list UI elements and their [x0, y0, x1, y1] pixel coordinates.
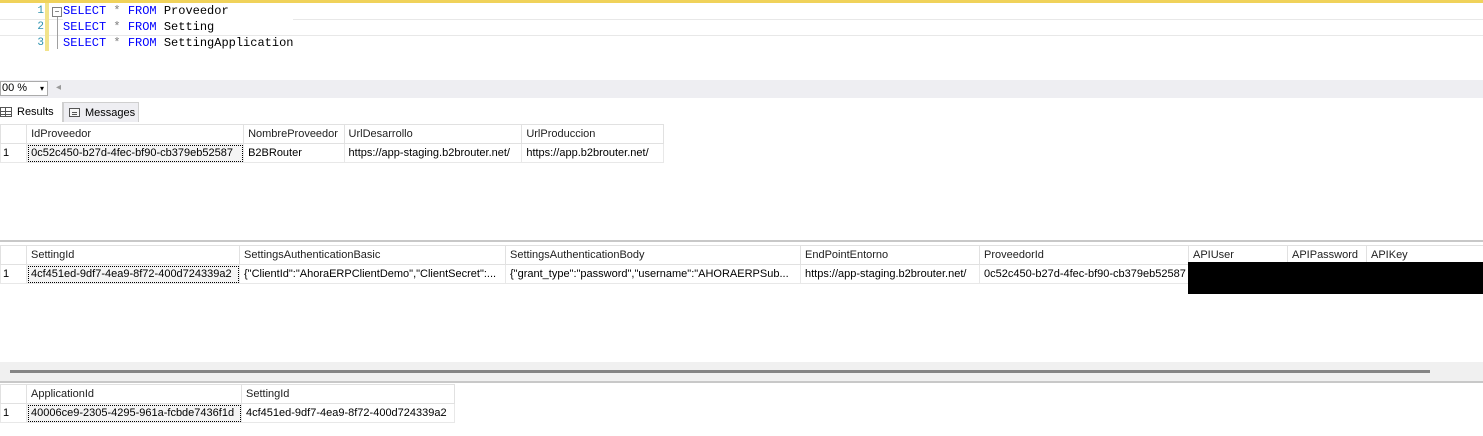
result-tabs: Results Messages [0, 101, 1483, 123]
row-number-header[interactable] [0, 124, 28, 144]
column-header[interactable]: EndPointEntorno [800, 245, 980, 265]
operator-star: * [113, 20, 121, 34]
scrollbar-thumb[interactable] [10, 370, 1430, 373]
grid-cell[interactable]: https://app-staging.b2brouter.net/ [343, 143, 523, 163]
column-header[interactable]: SettingsAuthenticationBasic [239, 245, 506, 265]
row-number[interactable]: 1 [0, 403, 27, 423]
table-identifier: SettingApplication [163, 36, 294, 50]
column-header[interactable]: ApplicationId [26, 384, 242, 404]
column-header[interactable]: IdProveedor [26, 124, 245, 144]
line-number: 3 [37, 37, 44, 49]
column-header[interactable]: NombreProveedor [243, 124, 345, 144]
table-identifier: Setting [163, 20, 215, 34]
results-grid-proveedor: IdProveedor NombreProveedor UrlDesarroll… [0, 124, 664, 163]
line-number-gutter: 1 2 3 [0, 3, 44, 51]
header-row: IdProveedor NombreProveedor UrlDesarroll… [0, 124, 664, 144]
operator-star: * [113, 36, 121, 50]
keyword-select: SELECT [63, 36, 107, 50]
chevron-down-icon[interactable]: ▾ [40, 82, 44, 95]
column-header[interactable]: ProveedorId [979, 245, 1189, 265]
code-line-3[interactable]: SELECT * FROM SettingApplication [63, 35, 293, 51]
result-set-splitter[interactable] [0, 240, 1483, 242]
tab-results-label: Results [17, 106, 54, 118]
grid-cell[interactable]: 4cf451ed-9df7-4ea9-8f72-400d724339a2 [241, 403, 455, 423]
grid-cell[interactable]: {"grant_type":"password","username":"AHO… [505, 264, 801, 284]
grid-cell[interactable]: 40006ce9-2305-4295-961a-fcbde7436f1d [26, 403, 242, 423]
column-header[interactable]: SettingId [26, 245, 240, 265]
row-number[interactable]: 1 [0, 143, 28, 163]
code-line-2[interactable]: SELECT * FROM Setting [63, 19, 294, 35]
row-number[interactable]: 1 [0, 264, 27, 284]
grid-cell[interactable]: 0c52c450-b27d-4fec-bf90-cb379eb52587 [26, 143, 245, 163]
query-editor[interactable]: 1 2 3 − SELECT * FROM Proveedor SELECT *… [0, 0, 1483, 80]
keyword-from: FROM [127, 20, 157, 34]
table-row[interactable]: 1 0c52c450-b27d-4fec-bf90-cb379eb52587 B… [0, 143, 664, 163]
messages-icon [69, 108, 80, 117]
row-number-header[interactable] [0, 245, 27, 265]
grid-cell[interactable]: 4cf451ed-9df7-4ea9-8f72-400d724339a2 [26, 264, 240, 284]
collapse-region-icon[interactable]: − [52, 7, 62, 17]
table-row[interactable]: 1 40006ce9-2305-4295-961a-fcbde7436f1d 4… [0, 403, 455, 423]
operator-star: * [113, 4, 121, 18]
column-header[interactable]: UrlDesarrollo [343, 124, 523, 144]
line-number: 1 [37, 5, 44, 17]
grid-cell[interactable]: https://app-staging.b2brouter.net/ [800, 264, 980, 284]
column-header[interactable]: SettingsAuthenticationBody [505, 245, 801, 265]
tab-results[interactable]: Results [0, 102, 63, 122]
zoom-select[interactable]: 00 % ▾ [0, 81, 48, 96]
grid-cell[interactable]: 0c52c450-b27d-4fec-bf90-cb379eb52587 [979, 264, 1189, 284]
keyword-select: SELECT [63, 4, 107, 18]
grid-icon [0, 107, 12, 117]
column-header[interactable]: UrlProduccion [521, 124, 664, 144]
grid-cell[interactable]: B2BRouter [243, 143, 345, 163]
result-set-splitter[interactable] [0, 381, 1483, 383]
tab-messages-label: Messages [85, 106, 136, 119]
row-number-header[interactable] [0, 384, 27, 404]
keyword-select: SELECT [63, 20, 107, 34]
redacted-region [1188, 262, 1483, 294]
change-tracking-bar [45, 3, 49, 51]
column-header[interactable]: SettingId [241, 384, 455, 404]
header-row: ApplicationId SettingId [0, 384, 455, 404]
results-grid-settingapplication: ApplicationId SettingId 1 40006ce9-2305-… [0, 384, 455, 423]
keyword-from: FROM [127, 36, 157, 50]
editor-status-strip: 00 % ▾ ◂ [0, 80, 1483, 98]
code-line-1[interactable]: SELECT * FROM Proveedor [63, 3, 293, 19]
outline-guide [57, 17, 58, 49]
grid-cell[interactable]: https://app.b2brouter.net/ [521, 143, 664, 163]
keyword-from: FROM [127, 4, 157, 18]
line-number: 2 [37, 21, 44, 33]
table-identifier: Proveedor [163, 4, 229, 18]
scroll-left-icon[interactable]: ◂ [56, 82, 61, 93]
tab-messages[interactable]: Messages [63, 102, 139, 122]
code-area[interactable]: SELECT * FROM Proveedor SELECT * FROM Se… [63, 3, 294, 51]
grid-cell[interactable]: {"ClientId":"AhoraERPClientDemo","Client… [239, 264, 506, 284]
zoom-value: 00 % [2, 82, 28, 94]
